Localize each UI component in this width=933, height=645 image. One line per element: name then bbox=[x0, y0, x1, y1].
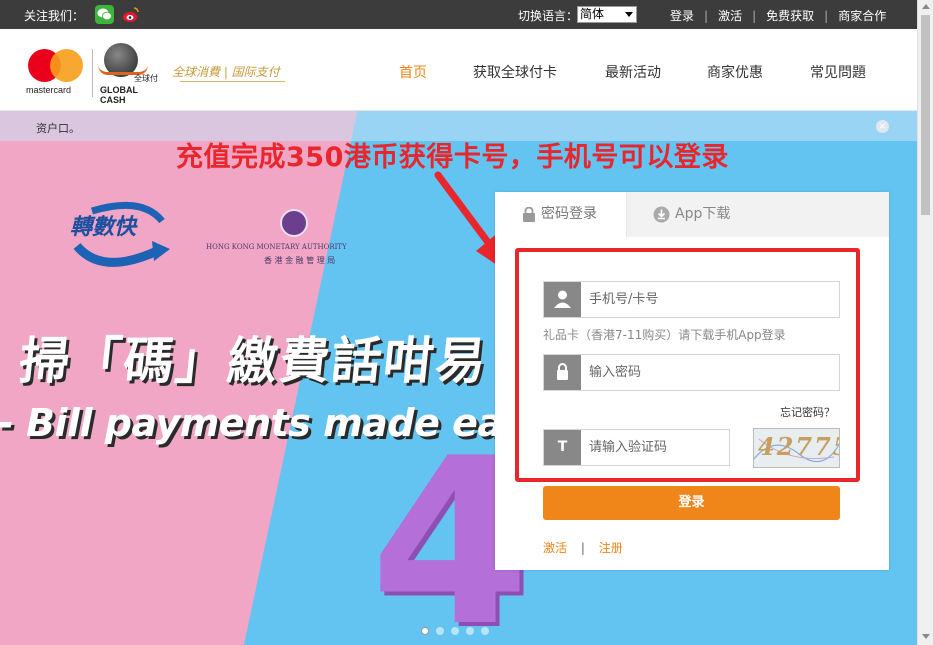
login-button[interactable]: 登录 bbox=[543, 486, 840, 520]
lock-icon bbox=[523, 207, 535, 222]
nav-activities[interactable]: 最新活动 bbox=[605, 62, 661, 82]
header-slogan: 全球消費 | 国际支付 bbox=[172, 65, 280, 79]
top-link-merchant[interactable]: 商家合作 bbox=[838, 7, 886, 24]
captcha-field[interactable]: T bbox=[543, 429, 730, 466]
register-link[interactable]: 注册 bbox=[599, 541, 623, 555]
text-icon: T bbox=[544, 430, 581, 465]
hkma-emblem-icon bbox=[280, 209, 308, 237]
account-input[interactable] bbox=[589, 282, 829, 317]
carousel-dot[interactable] bbox=[451, 627, 459, 635]
hkma-english-name: HONG KONG MONETARY AUTHORITY bbox=[206, 243, 347, 251]
password-field[interactable] bbox=[543, 354, 840, 391]
close-icon[interactable]: × bbox=[876, 120, 889, 133]
logo-divider bbox=[92, 49, 93, 97]
wechat-icon[interactable] bbox=[95, 5, 114, 24]
mastercard-orange-circle bbox=[50, 49, 83, 82]
lock-icon-box bbox=[544, 355, 581, 390]
banner-headline-zh: 掃「碼」繳費話咁易 bbox=[16, 332, 491, 390]
global-cash-small-text: 全球付 bbox=[134, 74, 158, 83]
fps-logo: 轉數快 bbox=[62, 191, 182, 281]
scrollbar-thumb[interactable] bbox=[921, 15, 930, 215]
scroll-down-icon[interactable] bbox=[922, 634, 930, 639]
language-selected: 简体 bbox=[580, 7, 605, 21]
top-links: 登录 | 激活 | 免费获取 | 商家合作 bbox=[670, 7, 886, 24]
activate-link[interactable]: 激活 bbox=[543, 541, 567, 555]
tab-app-download[interactable]: App下载 bbox=[626, 192, 889, 237]
annotation-text: 充值完成350港币获得卡号，手机号可以登录 bbox=[176, 142, 729, 173]
nav-faq[interactable]: 常见問題 bbox=[810, 62, 866, 82]
global-cash-logo[interactable]: 全球付 GLOBAL CASH bbox=[98, 41, 162, 105]
carousel-dots bbox=[421, 627, 489, 635]
slogan-underline bbox=[180, 81, 285, 82]
top-link-free-get[interactable]: 免费获取 bbox=[766, 7, 814, 24]
login-tabs: 密码登录 App下载 bbox=[495, 192, 889, 237]
mastercard-logo-text: mastercard bbox=[26, 85, 72, 95]
fps-logo-text: 轉數快 bbox=[70, 214, 137, 240]
nav-home[interactable]: 首页 bbox=[399, 62, 427, 82]
nav-get-card[interactable]: 获取全球付卡 bbox=[473, 62, 557, 82]
tab-password-login[interactable]: 密码登录 bbox=[495, 192, 626, 237]
forgot-password-link[interactable]: 忘记密码？ bbox=[780, 404, 835, 420]
carousel-dot[interactable] bbox=[436, 627, 444, 635]
link-separator: | bbox=[580, 541, 585, 555]
top-link-login[interactable]: 登录 bbox=[670, 7, 694, 24]
weibo-icon[interactable] bbox=[121, 5, 140, 24]
lock-icon bbox=[557, 363, 568, 380]
chevron-down-icon bbox=[625, 12, 633, 17]
user-icon bbox=[554, 290, 571, 308]
captcha-input[interactable] bbox=[589, 430, 724, 465]
download-icon bbox=[653, 206, 670, 223]
login-bottom-links: 激活 | 注册 bbox=[543, 539, 623, 556]
top-bar: 关注我们： 切换语言： 简体 登录 | 激活 | 免费获取 | 商家合作 bbox=[0, 0, 917, 29]
global-cash-text: GLOBAL CASH bbox=[100, 85, 138, 105]
carousel-dot[interactable] bbox=[466, 627, 474, 635]
nav-merchant-offers[interactable]: 商家优惠 bbox=[707, 62, 763, 82]
login-panel: 密码登录 App下载 礼品卡（香港7-11购买）请下载手机App登录 bbox=[495, 192, 889, 570]
password-input[interactable] bbox=[589, 355, 829, 390]
account-field[interactable] bbox=[543, 281, 840, 318]
mastercard-logo[interactable]: mastercard bbox=[26, 47, 88, 97]
hkma-chinese-name: 香 港 金 融 管 理 局 bbox=[264, 256, 336, 265]
tab-app-label: App下载 bbox=[675, 206, 731, 222]
language-label: 切换语言： bbox=[518, 9, 579, 23]
captcha-code: 42775 bbox=[758, 432, 839, 461]
top-link-separator: | bbox=[704, 8, 709, 23]
carousel-dot[interactable] bbox=[481, 627, 489, 635]
carousel-dot[interactable] bbox=[421, 627, 429, 635]
captcha-image[interactable]: 42775 bbox=[753, 428, 840, 468]
account-hint: 礼品卡（香港7-11购买）请下载手机App登录 bbox=[543, 328, 786, 342]
user-icon-box bbox=[544, 282, 581, 317]
follow-us-label: 关注我们： bbox=[24, 9, 85, 23]
top-link-separator: | bbox=[824, 8, 829, 23]
notice-text: 资户口。 bbox=[36, 122, 80, 135]
hkma-logo: HONG KONG MONETARY AUTHORITY 香 港 金 融 管 理… bbox=[206, 209, 381, 271]
top-link-separator: | bbox=[752, 8, 757, 23]
site-header: mastercard 全球付 GLOBAL CASH 全球消費 | 国际支付 首… bbox=[0, 29, 917, 111]
page-scrollbar[interactable] bbox=[917, 0, 933, 645]
language-select[interactable]: 简体 bbox=[577, 6, 637, 23]
top-link-activate[interactable]: 激活 bbox=[718, 7, 742, 24]
scroll-up-icon[interactable] bbox=[922, 4, 930, 9]
tab-password-label: 密码登录 bbox=[541, 206, 597, 222]
